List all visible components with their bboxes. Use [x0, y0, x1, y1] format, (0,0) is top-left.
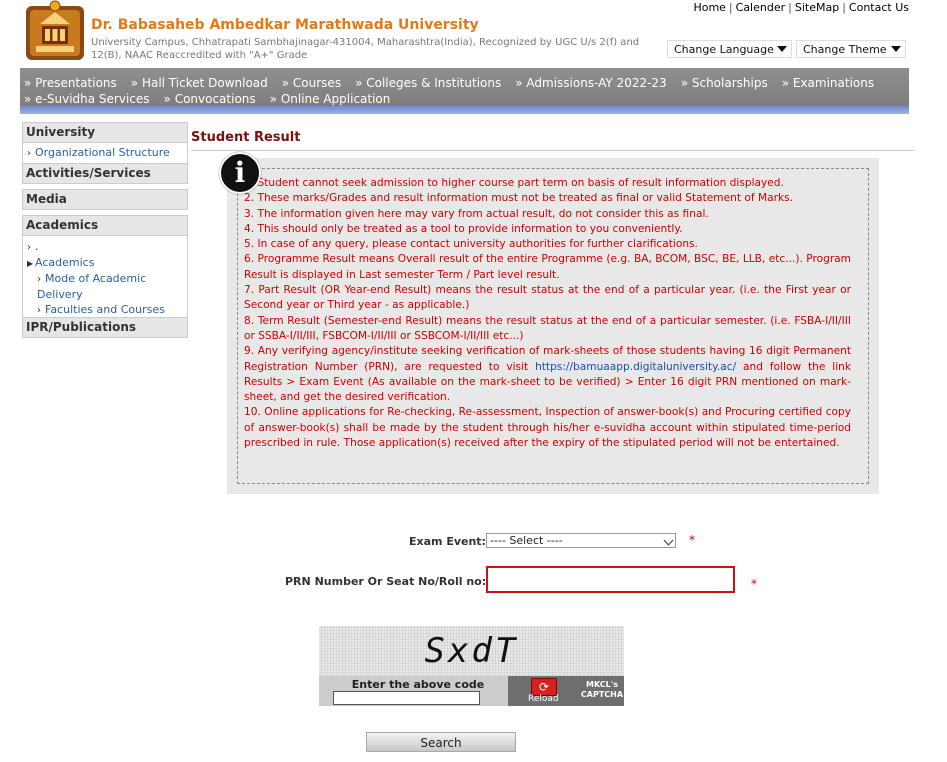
prn-label: PRN Number Or Seat No/Roll no:: [285, 575, 487, 588]
change-language-label: Change Language: [674, 43, 774, 56]
captcha-widget: SxdT Enter the above code ⟳ Reload MKCL'…: [319, 626, 624, 706]
change-language-dropdown[interactable]: Change Language: [667, 40, 792, 58]
prn-input[interactable]: [486, 566, 735, 593]
sidebar-item-mode-delivery[interactable]: › Mode of Academic Delivery: [27, 271, 157, 302]
change-theme-label: Change Theme: [803, 43, 887, 56]
sidebar-ipr: IPR/Publications: [22, 317, 188, 338]
sidebar-heading-university[interactable]: University: [22, 122, 188, 143]
nav-courses[interactable]: Courses: [282, 75, 341, 91]
chevron-right-icon: ›: [37, 274, 41, 285]
sidebar-item-label: Academics: [35, 256, 95, 269]
nav-examinations[interactable]: Examinations: [782, 75, 874, 91]
result-notes: 1. Student cannot seek admission to high…: [244, 176, 851, 451]
nav-presentations[interactable]: Presentations: [24, 75, 117, 91]
nav-e-suvidha[interactable]: e-Suvidha Services: [24, 91, 149, 107]
chevron-right-icon: ›: [27, 242, 31, 253]
note-item: 6. Programme Result means Overall result…: [244, 253, 851, 281]
captcha-image: SxdT: [319, 626, 624, 676]
captcha-prompt: Enter the above code: [351, 678, 485, 691]
sidebar-media: Media: [22, 189, 188, 210]
search-button[interactable]: Search: [366, 732, 516, 752]
top-link-sitemap[interactable]: SiteMap: [795, 1, 839, 14]
top-link-home[interactable]: Home: [693, 1, 725, 14]
info-panel: 1. Student cannot seek admission to high…: [227, 158, 879, 494]
university-logo-icon: [26, 0, 84, 60]
sidebar-item-label: .: [35, 240, 39, 253]
sidebar-item-label: Mode of Academic Delivery: [37, 272, 147, 301]
exam-event-value: ---- Select ----: [490, 534, 563, 547]
required-marker: *: [751, 577, 757, 591]
sidebar-heading-academics[interactable]: Academics: [22, 215, 188, 236]
triangle-right-icon: ▶: [27, 259, 34, 268]
sidebar-item-org-structure[interactable]: › Organizational Structure: [27, 145, 185, 161]
note-item: 3. The information given here may vary f…: [244, 207, 709, 220]
top-links: Home | Calender | SiteMap | Contact Us: [693, 1, 909, 14]
sidebar-heading-activities[interactable]: Activities/Services: [22, 163, 188, 184]
note-item: 1. Student cannot seek admission to high…: [244, 177, 784, 189]
note-item: 7. Part Result (OR Year-end Result) mean…: [244, 284, 851, 312]
nav-colleges[interactable]: Colleges & Institutions: [355, 75, 501, 91]
sidebar-item-academics[interactable]: ▶ Academics: [27, 255, 185, 271]
chevron-right-icon: ›: [27, 148, 31, 159]
required-marker: *: [689, 533, 695, 547]
sidebar-heading-media[interactable]: Media: [22, 189, 188, 210]
chevron-down-icon: [777, 46, 787, 52]
university-title: Dr. Babasaheb Ambedkar Marathwada Univer…: [91, 17, 479, 33]
note-item-9: 9. Any verifying agency/institute seekin…: [244, 345, 851, 404]
note-item: 5. In case of any query, please contact …: [244, 238, 698, 251]
info-icon: i: [219, 152, 261, 194]
nav-scholarships[interactable]: Scholarships: [681, 75, 768, 91]
sidebar-academics: Academics ›. ▶ Academics › Mode of Academi…: [22, 215, 188, 321]
sidebar-item-label: Faculties and Courses: [45, 303, 165, 316]
top-link-contact[interactable]: Contact Us: [849, 1, 909, 14]
captcha-brand: MKCL's CAPTCHA: [580, 680, 624, 699]
sidebar-item-faculties[interactable]: › Faculties and Courses: [27, 302, 185, 318]
nav-hall-ticket[interactable]: Hall Ticket Download: [131, 75, 268, 91]
sidebar-activities: Activities/Services: [22, 163, 188, 184]
university-subtitle: University Campus, Chhatrapati Sambhajin…: [91, 37, 640, 61]
verification-link[interactable]: https://bamuaapp.digitaluniversity.ac/: [535, 361, 736, 373]
top-link-calender[interactable]: Calender: [736, 1, 786, 14]
nav-accent-bar: [20, 106, 909, 114]
exam-event-select[interactable]: ---- Select ----: [486, 533, 676, 548]
chevron-down-icon: [663, 535, 674, 546]
sidebar-university: University › Organizational Structure: [22, 122, 188, 164]
sidebar-item-label: Organizational Structure: [35, 146, 170, 159]
note-item: 8. Term Result (Semester-end Result) mea…: [244, 314, 851, 342]
change-theme-dropdown[interactable]: Change Theme: [796, 40, 906, 58]
note-item: 10. Online applications for Re-checking,…: [244, 406, 851, 450]
page: Dr. Babasaheb Ambedkar Marathwada Univer…: [0, 0, 947, 762]
exam-event-label: Exam Event:: [409, 535, 486, 548]
reload-label[interactable]: Reload: [528, 694, 559, 704]
nav-convocations[interactable]: Convocations: [164, 91, 256, 107]
note-item: 4. This should only be treated as a tool…: [244, 222, 683, 235]
nav-online-application[interactable]: Online Application: [270, 91, 391, 107]
nav-admissions[interactable]: Admissions-AY 2022-23: [515, 75, 666, 91]
chevron-down-icon: [891, 46, 901, 52]
note-item: 2. These marks/Grades and result informa…: [244, 192, 793, 205]
sidebar-heading-ipr[interactable]: IPR/Publications: [22, 317, 188, 338]
sidebar-item-dot[interactable]: ›.: [27, 239, 185, 255]
page-title: Student Result: [191, 130, 301, 145]
captcha-input[interactable]: [333, 691, 480, 705]
title-divider: [191, 150, 915, 151]
chevron-right-icon: ›: [37, 305, 41, 316]
captcha-code: SxdT: [424, 631, 519, 671]
main-nav: Presentations Hall Ticket Download Courses…: [20, 68, 909, 114]
